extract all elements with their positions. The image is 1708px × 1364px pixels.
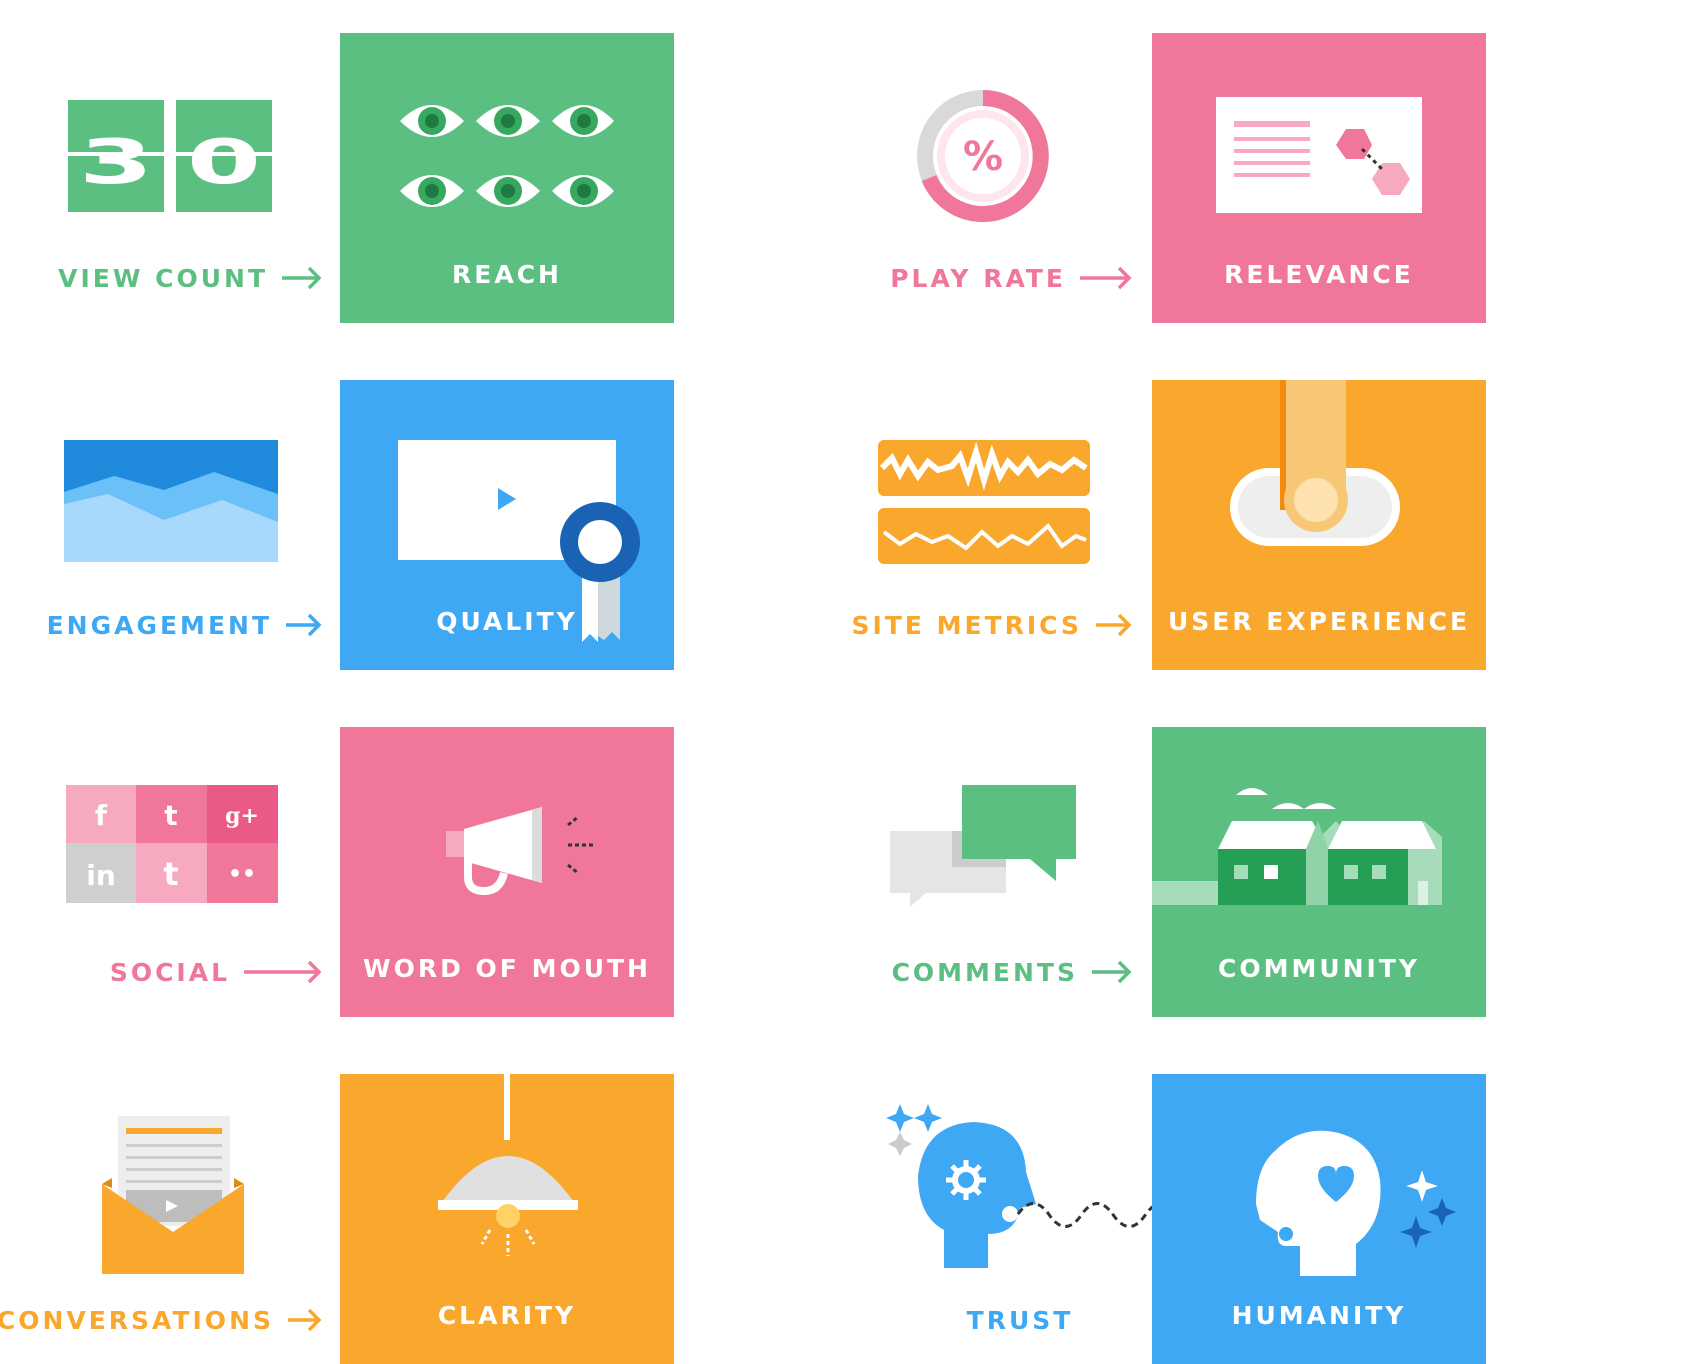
arrow-right-icon: [286, 613, 322, 637]
outcome-box-relevance: RELEVANCE: [1152, 33, 1486, 323]
flickr-icon: ••: [228, 862, 256, 887]
houses-icon: [1152, 788, 1442, 905]
outcome-label: COMMUNITY: [1217, 954, 1421, 983]
metric-comments: COMMENTS: [810, 952, 1132, 992]
outcome-label: QUALITY: [436, 607, 578, 636]
outcome-label: WORD OF MOUTH: [363, 954, 651, 983]
metric-label: SOCIAL: [109, 957, 230, 987]
metric-label: TRUST: [966, 1305, 1074, 1335]
social-grid-icon: f t g+ in t ••: [66, 785, 278, 903]
counter-digit-3: 3: [79, 126, 153, 198]
arrow-right-icon: [282, 266, 322, 290]
megaphone-icon: [446, 807, 594, 896]
finger-press-button-icon: [1230, 380, 1400, 546]
metric-label: SITE METRICS: [851, 610, 1082, 640]
metric-social: SOCIAL: [0, 952, 322, 992]
metric-conversations: CONVERSATIONS: [0, 1300, 322, 1340]
arrow-right-icon: [1080, 266, 1132, 290]
percent-symbol: %: [963, 134, 1003, 180]
outcome-box-humanity: HUMANITY: [1152, 1074, 1486, 1364]
tumblr-icon: t: [163, 855, 178, 893]
mountain-landscape-icon: [64, 440, 278, 562]
waveform-graph-icon: [878, 440, 1090, 564]
percent-ring-icon: %: [917, 90, 1049, 222]
counter-digit-0: 0: [187, 126, 261, 198]
outcome-box-word-of-mouth: WORD OF MOUTH: [340, 727, 674, 1017]
outcome-box-community: COMMUNITY: [1152, 727, 1486, 1017]
outcome-box-user-experience: USER EXPERIENCE: [1152, 380, 1486, 670]
metric-label: ENGAGEMENT: [46, 610, 272, 640]
head-heart-icon: [1256, 1130, 1456, 1276]
linkedin-icon: in: [86, 859, 116, 892]
arrow-right-icon: [288, 1308, 322, 1332]
metric-label: PLAY RATE: [890, 263, 1066, 293]
outcome-box-reach: REACH: [340, 33, 674, 323]
metric-view-count: VIEW COUNT: [0, 258, 322, 298]
document-tags-icon: [1216, 97, 1422, 213]
metric-play-rate: PLAY RATE: [810, 258, 1132, 298]
arrow-right-icon: [1092, 960, 1132, 984]
metric-label: VIEW COUNT: [58, 263, 268, 293]
speech-bubbles-icon: [890, 785, 1076, 907]
metric-site-metrics: SITE METRICS: [810, 605, 1132, 645]
outcome-label: REACH: [452, 260, 562, 289]
twitter-icon: t: [164, 799, 177, 832]
outcome-label: HUMANITY: [1231, 1301, 1407, 1330]
arrow-right-icon: [1096, 613, 1132, 637]
outcome-label: CLARITY: [437, 1301, 577, 1330]
envelope-letter-icon: [102, 1116, 244, 1274]
metric-label: CONVERSATIONS: [0, 1305, 274, 1335]
facebook-icon: f: [95, 799, 108, 832]
google-plus-icon: g+: [225, 803, 259, 829]
metric-label: COMMENTS: [891, 957, 1078, 987]
outcome-box-quality: QUALITY: [340, 380, 674, 670]
outcome-label: USER EXPERIENCE: [1167, 607, 1471, 636]
arrow-right-icon: [244, 960, 322, 984]
metric-engagement: ENGAGEMENT: [0, 605, 322, 645]
outcome-label: RELEVANCE: [1224, 260, 1414, 289]
flip-counter-icon: 3 0: [64, 100, 280, 215]
pendant-lamp-icon: [438, 1074, 578, 1256]
metric-trust: TRUST: [930, 1300, 1110, 1340]
eyes-icon: [400, 105, 614, 207]
outcome-box-clarity: CLARITY: [340, 1074, 674, 1364]
